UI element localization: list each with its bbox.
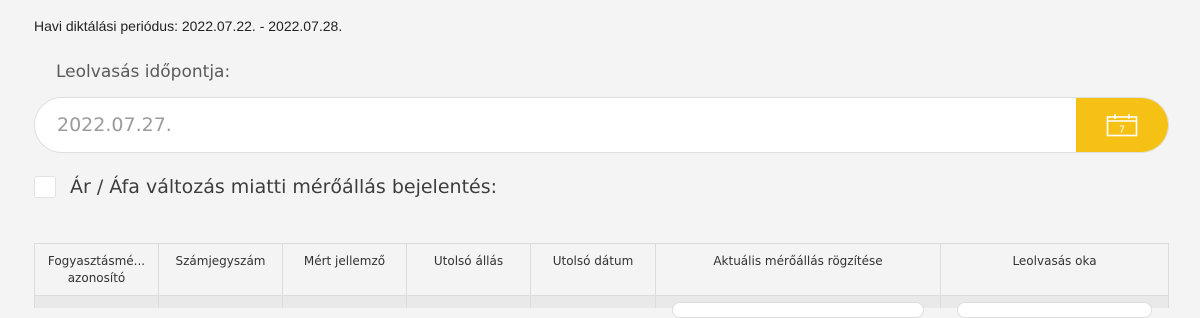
billing-period-text: Havi diktálási periódus: 2022.07.22. - 2… — [34, 18, 343, 34]
table-row — [34, 295, 1169, 318]
table-cell — [34, 295, 159, 308]
meter-reading-table: Fogyasztásmé... azonosító Számjegyszám M… — [34, 243, 1169, 318]
reading-date-input[interactable] — [35, 98, 1078, 152]
column-header-last-reading[interactable]: Utolsó állás — [406, 243, 531, 296]
column-header-reading-reason[interactable]: Leolvasás oka — [940, 243, 1169, 296]
price-change-option[interactable]: Ár / Áfa változás miatti mérőállás bejel… — [34, 176, 497, 198]
column-header-meter-id[interactable]: Fogyasztásmé... azonosító — [34, 243, 159, 296]
current-reading-input[interactable] — [672, 302, 924, 318]
table-cell — [282, 295, 407, 308]
reading-date-field[interactable]: 7 — [34, 97, 1169, 153]
reading-date-label: Leolvasás időpontja: — [56, 62, 231, 82]
price-change-checkbox[interactable] — [34, 176, 56, 198]
current-reading-cell — [655, 295, 941, 318]
column-header-current-reading[interactable]: Aktuális mérőállás rögzítése — [655, 243, 941, 296]
column-header-measured-property[interactable]: Mért jellemző — [282, 243, 407, 296]
reading-reason-select[interactable] — [957, 302, 1152, 318]
price-change-label: Ár / Áfa változás miatti mérőállás bejel… — [70, 176, 498, 198]
calendar-day-number: 7 — [1119, 125, 1125, 136]
calendar-icon: 7 — [1106, 114, 1138, 137]
table-cell — [406, 295, 531, 308]
column-header-last-date[interactable]: Utolsó dátum — [530, 243, 656, 296]
calendar-button[interactable]: 7 — [1076, 98, 1168, 152]
reading-reason-cell — [940, 295, 1169, 318]
table-cell — [530, 295, 656, 308]
table-header-row: Fogyasztásmé... azonosító Számjegyszám M… — [34, 243, 1169, 296]
table-cell — [158, 295, 283, 308]
column-header-digit-count[interactable]: Számjegyszám — [158, 243, 283, 296]
